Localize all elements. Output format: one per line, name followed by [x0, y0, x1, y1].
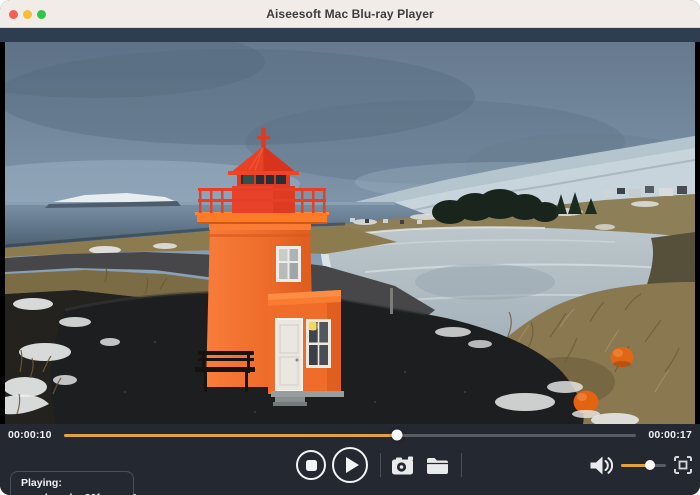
total-time: 00:00:17 — [648, 429, 692, 441]
now-playing-box: Playing: pexels-gyl...-30fps.mp4 — [10, 471, 137, 495]
now-playing-file: pexels-gyl...-30fps.mp4 — [21, 491, 137, 495]
camera-icon — [392, 456, 413, 474]
lit-window — [306, 319, 331, 368]
elapsed-time: 00:00:10 — [8, 429, 52, 441]
traffic-lights — [9, 0, 46, 28]
window-title: Aiseesoft Mac Blu-ray Player — [266, 6, 434, 21]
volume-controls — [589, 450, 692, 480]
zoom-button[interactable] — [37, 9, 46, 19]
titlebar: Aiseesoft Mac Blu-ray Player — [0, 0, 700, 28]
folder-icon — [427, 457, 448, 474]
signpost — [390, 288, 393, 314]
snapshot-button[interactable] — [391, 450, 416, 480]
fullscreen-button[interactable] — [674, 456, 692, 474]
minimize-button[interactable] — [23, 9, 32, 19]
tower-window — [276, 246, 301, 282]
divider — [380, 453, 381, 477]
volume-button[interactable] — [589, 455, 613, 476]
progress-bar[interactable] — [64, 429, 636, 441]
app-window: Aiseesoft Mac Blu-ray Player 00:00:10 00… — [0, 0, 700, 495]
playback-controls — [296, 447, 462, 483]
control-bar: 00:00:10 00:00:17 Playing: pexels-gyl...… — [0, 424, 700, 495]
top-strip — [0, 28, 700, 42]
volume-thumb[interactable] — [644, 460, 655, 470]
video-display — [0, 42, 700, 424]
now-playing-label: Playing: — [21, 477, 62, 489]
stop-icon — [305, 459, 317, 471]
play-button[interactable] — [332, 447, 368, 483]
open-file-button[interactable] — [426, 450, 449, 480]
progress-row: 00:00:10 00:00:17 — [0, 424, 700, 442]
stop-button[interactable] — [296, 450, 326, 480]
progress-fill — [64, 433, 398, 437]
divider — [461, 453, 462, 477]
volume-icon — [590, 456, 613, 474]
play-icon — [345, 457, 359, 473]
progress-thumb[interactable] — [391, 429, 403, 441]
video-frame — [5, 42, 695, 424]
volume-slider[interactable] — [621, 460, 666, 470]
close-button[interactable] — [9, 9, 18, 19]
door — [275, 318, 303, 392]
fullscreen-icon — [674, 456, 692, 474]
